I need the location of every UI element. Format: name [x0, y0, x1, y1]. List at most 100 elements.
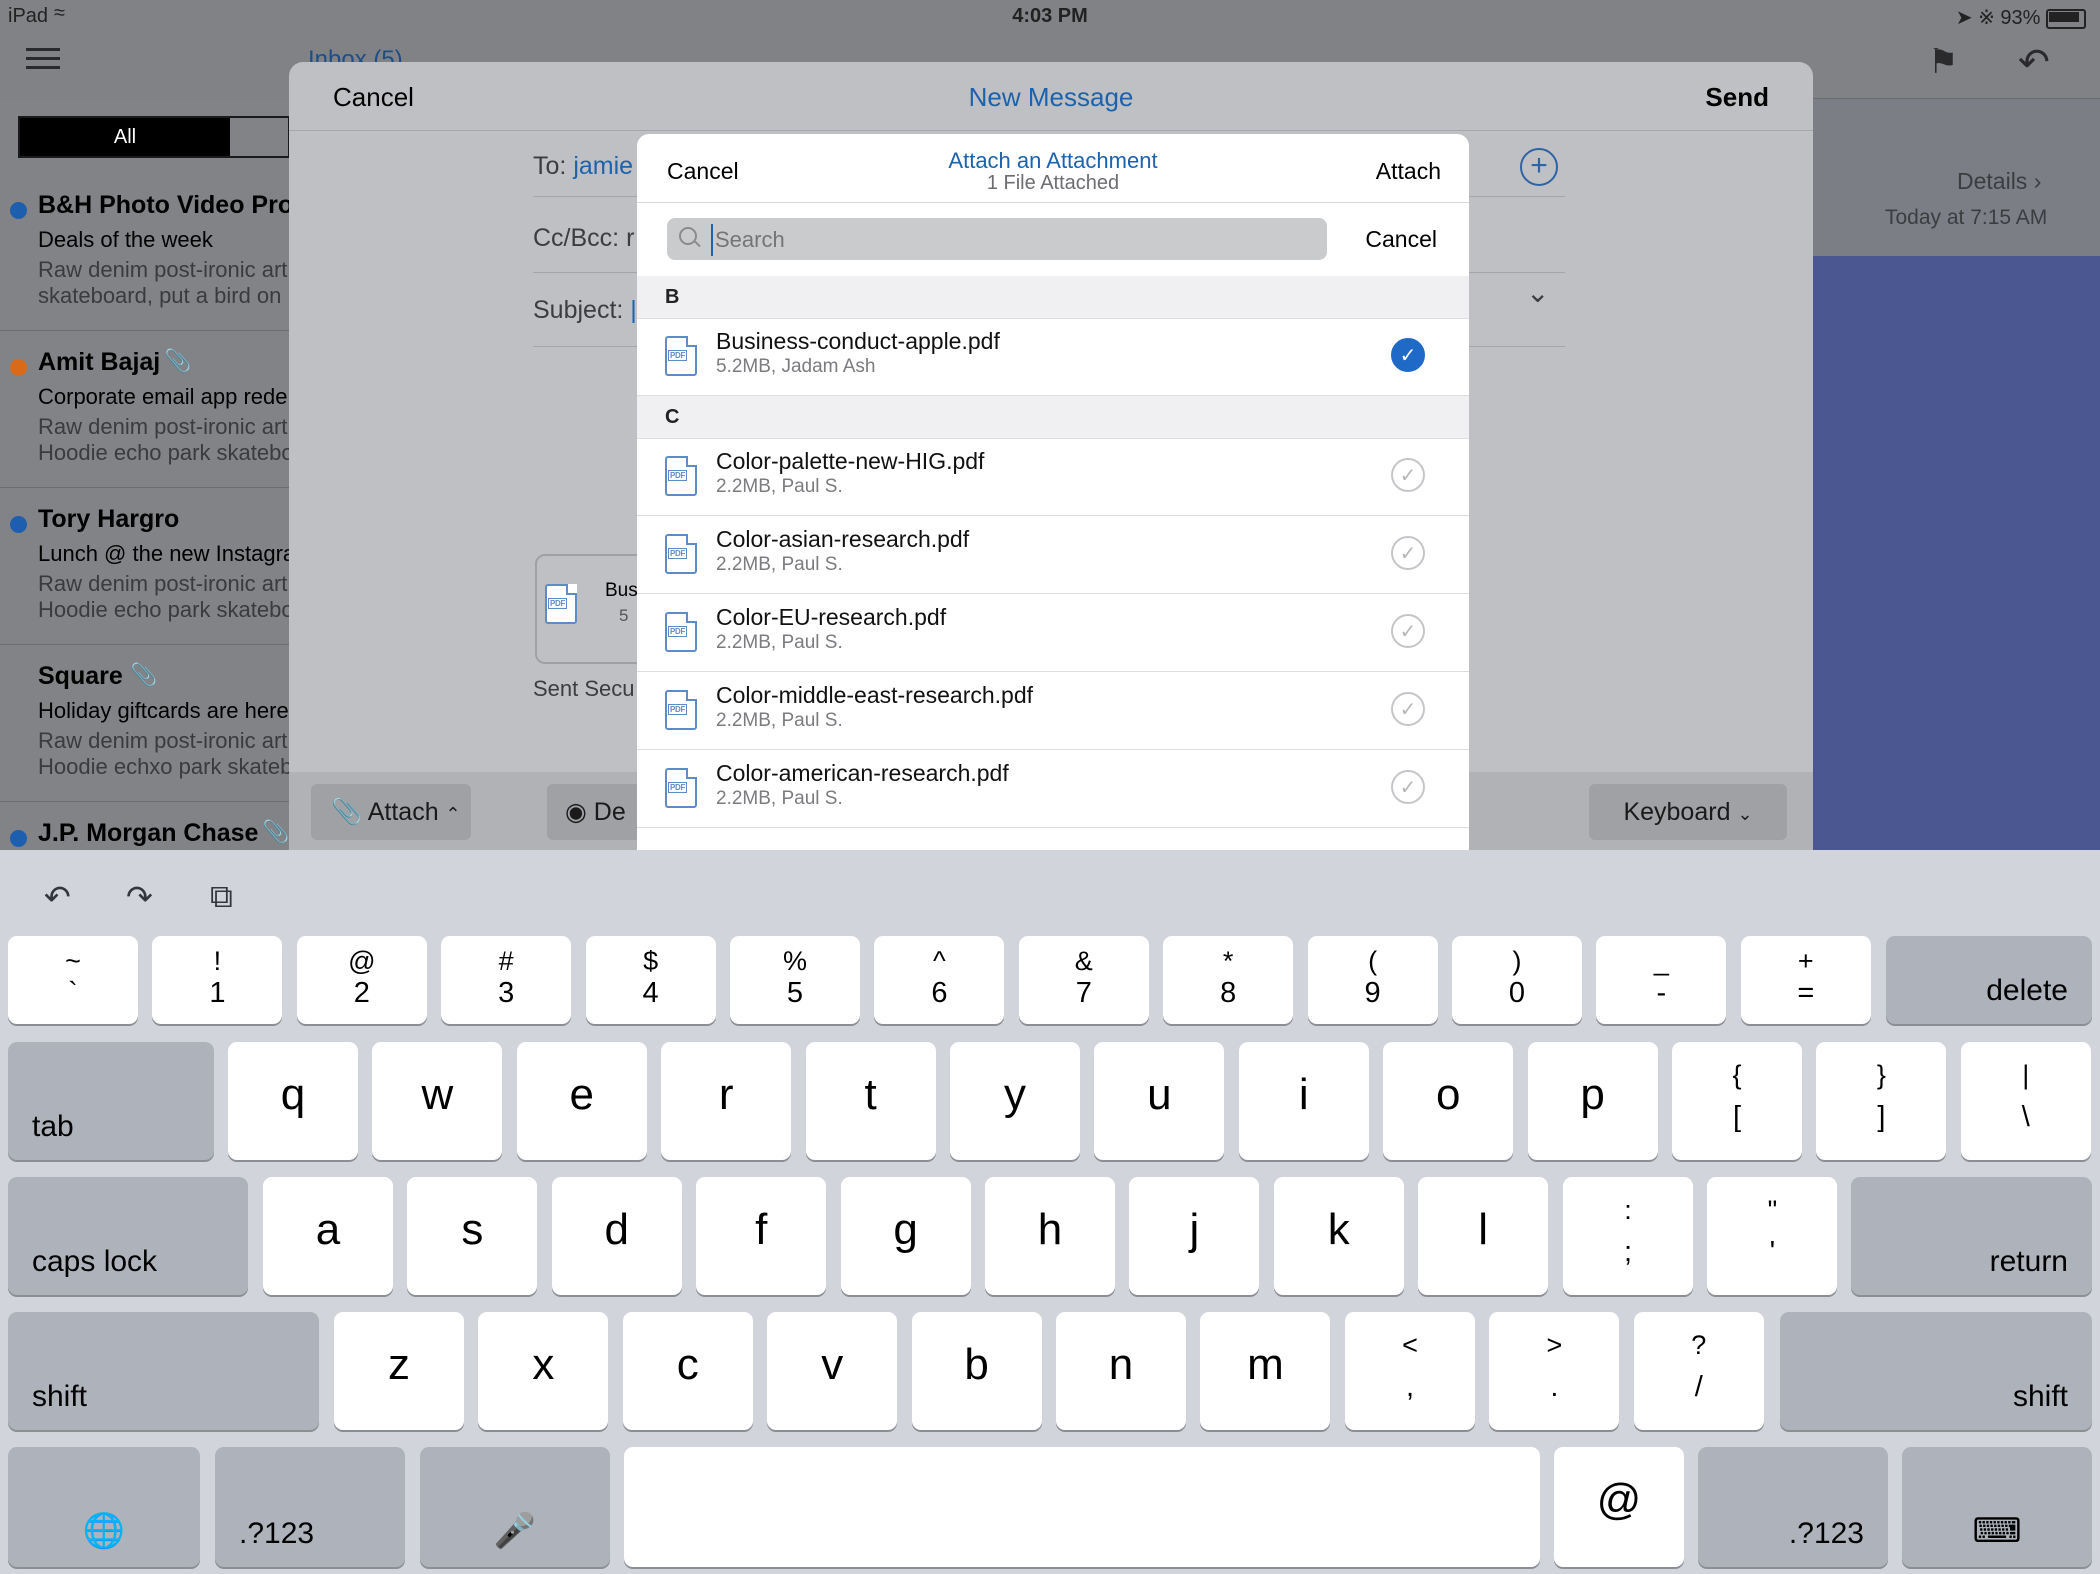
key-g[interactable]: g [840, 1177, 971, 1295]
key-4[interactable]: $4 [585, 936, 716, 1024]
key-=[interactable]: + = [1740, 936, 1871, 1024]
key-m[interactable]: m [1200, 1312, 1331, 1430]
key-8[interactable]: * 8 [1163, 936, 1294, 1024]
send-button[interactable]: Send [1705, 82, 1769, 113]
key-p[interactable]: p [1527, 1042, 1658, 1160]
picker-attach-button[interactable]: Attach [1376, 158, 1441, 185]
key-symbol[interactable]: }] [1816, 1042, 1947, 1160]
key-k[interactable]: k [1273, 1177, 1404, 1295]
key-j[interactable]: j [1129, 1177, 1260, 1295]
key-e[interactable]: e [516, 1042, 647, 1160]
key-`[interactable]: ~ ` [8, 936, 138, 1024]
key-i[interactable]: i [1238, 1042, 1369, 1160]
search-input[interactable] [711, 224, 1317, 256]
search-field[interactable] [667, 218, 1327, 260]
add-recipient-icon[interactable]: + [1520, 148, 1558, 186]
key-symbol[interactable]: " ' [1707, 1177, 1838, 1295]
numbers-key-right[interactable]: .?123 [1698, 1447, 1888, 1567]
key-6[interactable]: ^ 6 [874, 936, 1005, 1024]
key-o[interactable]: o [1383, 1042, 1514, 1160]
key-r[interactable]: r [661, 1042, 792, 1160]
search-cancel-button[interactable]: Cancel [1365, 226, 1437, 253]
return-key[interactable]: return [1851, 1177, 2092, 1295]
cc-bcc-field[interactable]: Cc/Bcc: r [533, 224, 634, 253]
segment-all[interactable]: All [20, 118, 230, 156]
key-3[interactable]: #3 [441, 936, 572, 1024]
unchecked-icon[interactable]: ✓ [1391, 614, 1425, 648]
key-l[interactable]: l [1418, 1177, 1549, 1295]
chevron-down-icon[interactable]: ⌄ [1526, 276, 1549, 309]
key-7[interactable]: & 7 [1018, 936, 1149, 1024]
attach-button[interactable]: 📎 Attach ⌃ [311, 784, 471, 840]
details-link[interactable]: Details › [1957, 168, 2041, 195]
shift-key-left[interactable]: shift [8, 1312, 319, 1430]
redo-icon[interactable]: ↷ [126, 878, 153, 916]
key-symbol[interactable]: :; [1563, 1177, 1693, 1295]
key-b[interactable]: b [911, 1312, 1042, 1430]
delete-key[interactable]: delete [1886, 936, 2092, 1024]
key-at[interactable]: @ [1554, 1447, 1684, 1567]
key-q[interactable]: q [228, 1042, 358, 1160]
undo-icon[interactable]: ↶ [44, 878, 71, 916]
unchecked-icon[interactable]: ✓ [1391, 770, 1425, 804]
space-bar[interactable] [624, 1447, 1540, 1567]
key-v[interactable]: v [767, 1312, 898, 1430]
to-field[interactable]: To: jamie [533, 152, 633, 181]
key-symbol[interactable]: {[ [1672, 1042, 1802, 1160]
key-0[interactable]: ) 0 [1452, 936, 1582, 1024]
file-row[interactable]: PDF Color-EU-research.pdf 2.2MB, Paul S. ✓ [637, 594, 1469, 672]
file-row[interactable]: PDF Color-asian-research.pdf 2.2MB, Paul S… [637, 516, 1469, 594]
filter-segmented-control[interactable]: All [18, 116, 290, 158]
mail-list-item[interactable]: Amit Bajaj 📎 Corporate email app rede Raw d… [0, 332, 294, 488]
file-row[interactable]: PDF Color-middle-east-research.pdf 2.2MB, … [637, 672, 1469, 750]
key-f[interactable]: f [696, 1177, 827, 1295]
key-h[interactable]: h [985, 1177, 1115, 1295]
mail-list-item[interactable]: B&H Photo Video Pro Deals of the week Raw … [0, 175, 293, 331]
mail-list-item[interactable]: Tory Hargro Lunch @ the new Instagra Raw d… [0, 489, 295, 645]
key-1[interactable]: ! 1 [152, 936, 283, 1024]
key-y[interactable]: y [950, 1042, 1080, 1160]
subject-field[interactable]: Subject: | [533, 296, 637, 325]
keyboard-button[interactable]: Keyboard ⌄ [1589, 784, 1787, 840]
key-d[interactable]: d [551, 1177, 682, 1295]
key-symbol[interactable]: >. [1489, 1312, 1620, 1430]
file-row[interactable]: PDF Business-conduct-apple.pdf 5.2MB, Jada… [637, 318, 1469, 396]
dismiss-keyboard-key[interactable]: ⌨ [1902, 1447, 2092, 1567]
key-c[interactable]: c [622, 1312, 753, 1430]
key-5[interactable]: % 5 [730, 936, 860, 1024]
mail-list-item[interactable]: Square 📎 Holiday giftcards are here Raw den… [0, 646, 292, 802]
numbers-key-left[interactable]: .?123 [215, 1447, 405, 1567]
key-a[interactable]: a [263, 1177, 393, 1295]
key-w[interactable]: w [372, 1042, 503, 1160]
key-z[interactable]: z [334, 1312, 464, 1430]
file-row[interactable]: PDF Color-american-research.pdf 2.2MB, Pau… [637, 750, 1469, 828]
key-x[interactable]: x [478, 1312, 609, 1430]
unchecked-icon[interactable]: ✓ [1391, 692, 1425, 726]
reply-icon[interactable]: ↶ [2018, 40, 2050, 85]
file-name: Color-asian-research.pdf [716, 526, 970, 552]
flag-icon[interactable]: ⚑ [1928, 42, 1958, 82]
paste-icon[interactable]: ⧉ [210, 878, 233, 916]
key-2[interactable]: @2 [296, 936, 427, 1024]
key-symbol[interactable]: | \ [1960, 1042, 2091, 1160]
file-row[interactable]: PDF Color-palette-new-HIG.pdf 2.2MB, Paul … [637, 438, 1469, 516]
shift-key-right[interactable]: shift [1780, 1312, 2092, 1430]
key-symbol[interactable]: ? / [1633, 1312, 1764, 1430]
key-u[interactable]: u [1094, 1042, 1225, 1160]
globe-key[interactable]: 🌐 [8, 1447, 200, 1567]
key--[interactable]: _ - [1596, 936, 1727, 1024]
key-s[interactable]: s [407, 1177, 538, 1295]
dictation-key[interactable]: 🎤 [420, 1447, 610, 1567]
key-symbol[interactable]: <, [1345, 1312, 1475, 1430]
unchecked-icon[interactable]: ✓ [1391, 536, 1425, 570]
search-icon [679, 227, 697, 245]
caps-lock-key[interactable]: caps lock [8, 1177, 248, 1295]
key-t[interactable]: t [805, 1042, 936, 1160]
menu-icon[interactable] [26, 44, 60, 75]
tab-key[interactable]: tab [8, 1042, 214, 1160]
compose-cancel-button[interactable]: Cancel [333, 82, 414, 113]
unchecked-icon[interactable]: ✓ [1391, 458, 1425, 492]
checked-icon[interactable]: ✓ [1391, 338, 1425, 372]
key-n[interactable]: n [1056, 1312, 1186, 1430]
key-9[interactable]: (9 [1307, 936, 1438, 1024]
